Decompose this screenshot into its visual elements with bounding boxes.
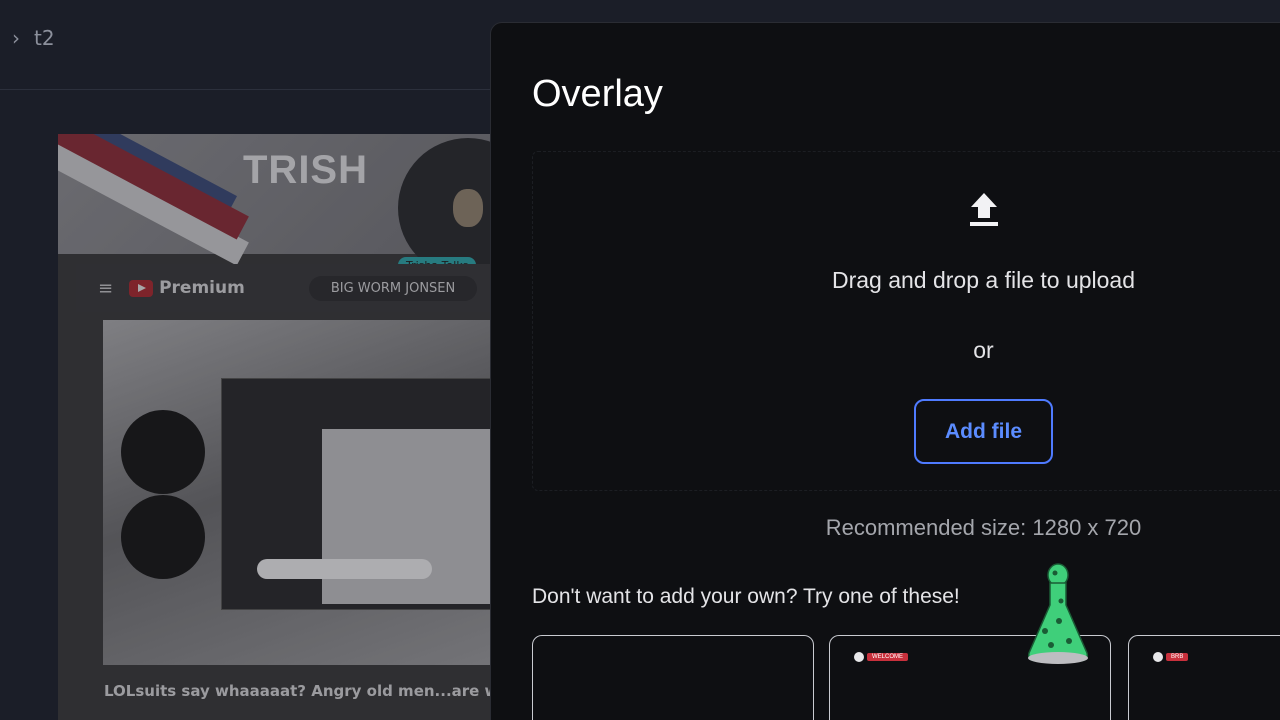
avatar-icon	[854, 652, 864, 662]
chat-bubble	[257, 559, 432, 579]
channel-name: BIG WORM JONSEN	[308, 275, 478, 301]
panel-title: Overlay	[532, 73, 663, 115]
youtube-bar: ≡ Premium BIG WORM JONSEN	[76, 264, 526, 312]
flask-icon	[1027, 563, 1089, 664]
drop-instruction: Drag and drop a file to upload	[831, 267, 1136, 293]
template-badge-label: WELCOME	[867, 653, 909, 661]
nested-window	[221, 378, 522, 610]
video-frame	[103, 320, 523, 665]
template-badge-label: BRB	[1166, 653, 1189, 661]
youtube-brand: Premium	[159, 278, 245, 298]
avatar-image	[453, 189, 483, 227]
template-badge: WELCOME	[854, 652, 909, 662]
vinyl-disc	[121, 495, 205, 579]
breadcrumb-label: t2	[34, 26, 55, 50]
overlay-template-card[interactable]: BRB	[1128, 635, 1280, 720]
chevron-right-icon[interactable]: ›	[12, 26, 20, 50]
upload-icon	[970, 193, 998, 226]
template-badge: BRB	[1153, 652, 1189, 662]
overlay-panel: Overlay Drag and drop a file to upload o…	[490, 22, 1280, 720]
upload-dropzone[interactable]	[532, 151, 1280, 491]
add-file-button[interactable]: Add file	[914, 399, 1053, 464]
vinyl-disc	[121, 410, 205, 494]
avatar-icon	[1153, 652, 1163, 662]
recommended-size: Recommended size: 1280 x 720	[825, 515, 1142, 540]
youtube-play-icon	[129, 279, 154, 297]
or-separator: or	[973, 337, 994, 363]
menu-icon: ≡	[98, 277, 114, 299]
overlay-template-card[interactable]	[532, 635, 814, 720]
youtube-logo: Premium	[129, 278, 245, 298]
breadcrumb[interactable]: › t2	[12, 26, 55, 50]
video-title: LOLsuits say whaaaaat? Angry old men...a…	[104, 682, 509, 700]
banner-title: TRISH	[243, 148, 368, 192]
stream-preview: TRISH Trisha Talks ≡ Premium BIG WORM JO…	[58, 134, 528, 720]
template-suggestion: Don't want to add your own? Try one of t…	[532, 585, 960, 608]
